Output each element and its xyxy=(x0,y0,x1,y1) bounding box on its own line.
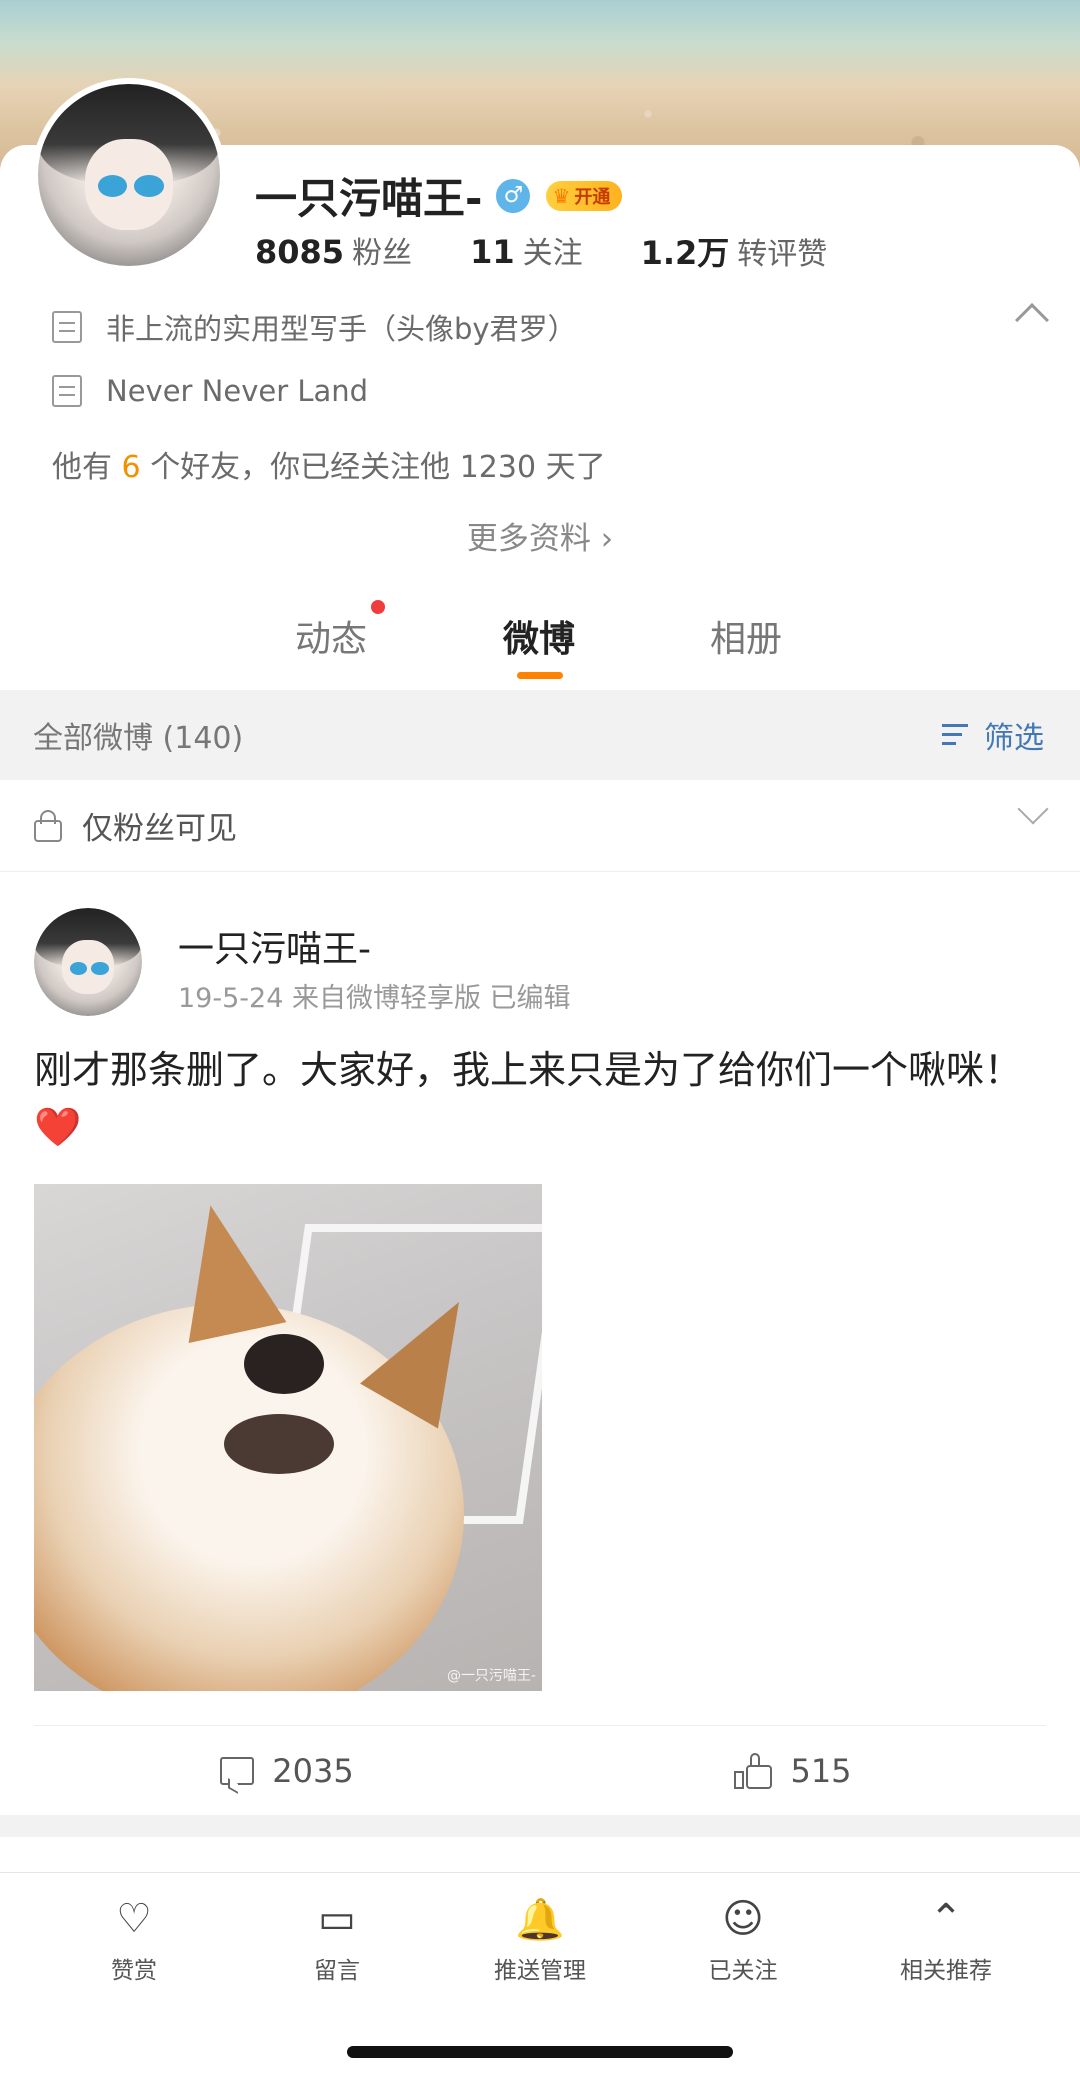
heart-emoji: ❤️ xyxy=(34,1105,82,1149)
document-icon xyxy=(52,311,82,343)
profile-name: 一只污喵王- xyxy=(255,174,483,223)
post-text: 刚才那条删了。大家好，我上来只是为了给你们一个啾咪！ ❤️ xyxy=(34,1048,1023,1149)
profile-avatar[interactable] xyxy=(32,78,226,272)
comment-button[interactable]: 2035 xyxy=(34,1726,540,1815)
feed-header: 全部微博 (140) 筛选 xyxy=(0,690,1080,780)
nav-reward[interactable]: ♡ 赞赏 xyxy=(59,1893,209,1985)
post-actions: 2035 515 xyxy=(34,1725,1046,1815)
filter-button[interactable]: 筛选 xyxy=(942,713,1044,757)
nav-followed[interactable]: ☺ 已关注 xyxy=(668,1893,818,1985)
profile-name-row: 一只污喵王- ♂ ♛ 开通 xyxy=(255,165,623,226)
post-author-name[interactable]: 一只污喵王- xyxy=(178,920,371,972)
bio-text: 非上流的实用型写手（头像by君罗） xyxy=(106,312,577,346)
nav-message[interactable]: ▭ 留言 xyxy=(262,1893,412,1985)
building-icon xyxy=(52,375,82,407)
message-icon: ▭ xyxy=(318,1896,356,1942)
lock-icon xyxy=(32,809,68,842)
profile-stats: 8085 粉丝 11 关注 1.2万 转评赞 xyxy=(255,228,885,274)
filter-icon xyxy=(942,721,976,749)
more-info-link[interactable]: 更多资料 › xyxy=(0,513,1080,558)
bell-plus-icon: 🔔 xyxy=(515,1896,565,1943)
unread-dot xyxy=(371,600,386,614)
feed-divider xyxy=(0,1815,1080,1837)
stat-following[interactable]: 11 关注 xyxy=(470,228,583,274)
stat-followers[interactable]: 8085 粉丝 xyxy=(255,228,412,274)
home-indicator[interactable] xyxy=(347,2046,733,2058)
tab-activity[interactable]: 动态 xyxy=(295,600,386,662)
male-icon: ♂ xyxy=(496,178,531,213)
comment-icon xyxy=(220,1756,255,1785)
comment-count: 2035 xyxy=(272,1751,354,1790)
active-tab-indicator xyxy=(517,672,563,679)
like-button[interactable]: 515 xyxy=(540,1726,1046,1815)
thumbs-up-icon xyxy=(734,1752,774,1789)
image-watermark: @一只污喵王- xyxy=(446,1668,536,1684)
friends-count: 6 xyxy=(121,450,141,485)
crown-icon: ♛ xyxy=(552,183,571,208)
chevron-down-icon[interactable] xyxy=(1017,793,1049,825)
nav-recommend[interactable]: ⌃ 相关推荐 xyxy=(871,1893,1021,1985)
vip-badge[interactable]: ♛ 开通 xyxy=(546,180,623,211)
vip-label: 开通 xyxy=(574,186,611,208)
stat-interactions[interactable]: 1.2万 转评赞 xyxy=(641,228,828,274)
friends-info[interactable]: 他有 6 个好友，你已经关注他 1230 天了 xyxy=(52,442,606,486)
nav-push-settings[interactable]: 🔔 推送管理 xyxy=(465,1893,615,1985)
like-count: 515 xyxy=(790,1751,852,1790)
profile-page: 一只污喵王- ♂ ♛ 开通 8085 粉丝 11 关注 1.2万 转评赞 非上流的实用… xyxy=(0,0,1080,2080)
bio-row: 非上流的实用型写手（头像by君罗） xyxy=(52,306,577,348)
post-author-avatar[interactable] xyxy=(34,908,142,1016)
location-row: Never Never Land xyxy=(52,374,368,408)
user-check-icon: ☺ xyxy=(722,1896,764,1942)
feed-title: 全部微博 (140) xyxy=(33,721,244,756)
reward-icon: ♡ xyxy=(116,1896,152,1942)
visibility-row[interactable]: 仅粉丝可见 xyxy=(0,780,1080,872)
tab-album[interactable]: 相册 xyxy=(710,610,782,662)
post-image[interactable]: @一只污喵王- xyxy=(34,1184,542,1691)
post-meta: 19-5-24 来自微博轻享版 已编辑 xyxy=(178,983,571,1014)
location-text: Never Never Land xyxy=(106,374,369,408)
visibility-label: 仅粉丝可见 xyxy=(82,811,237,847)
chevron-up-circle-icon: ⌃ xyxy=(929,1896,963,1942)
tab-weibo[interactable]: 微博 xyxy=(503,610,575,662)
